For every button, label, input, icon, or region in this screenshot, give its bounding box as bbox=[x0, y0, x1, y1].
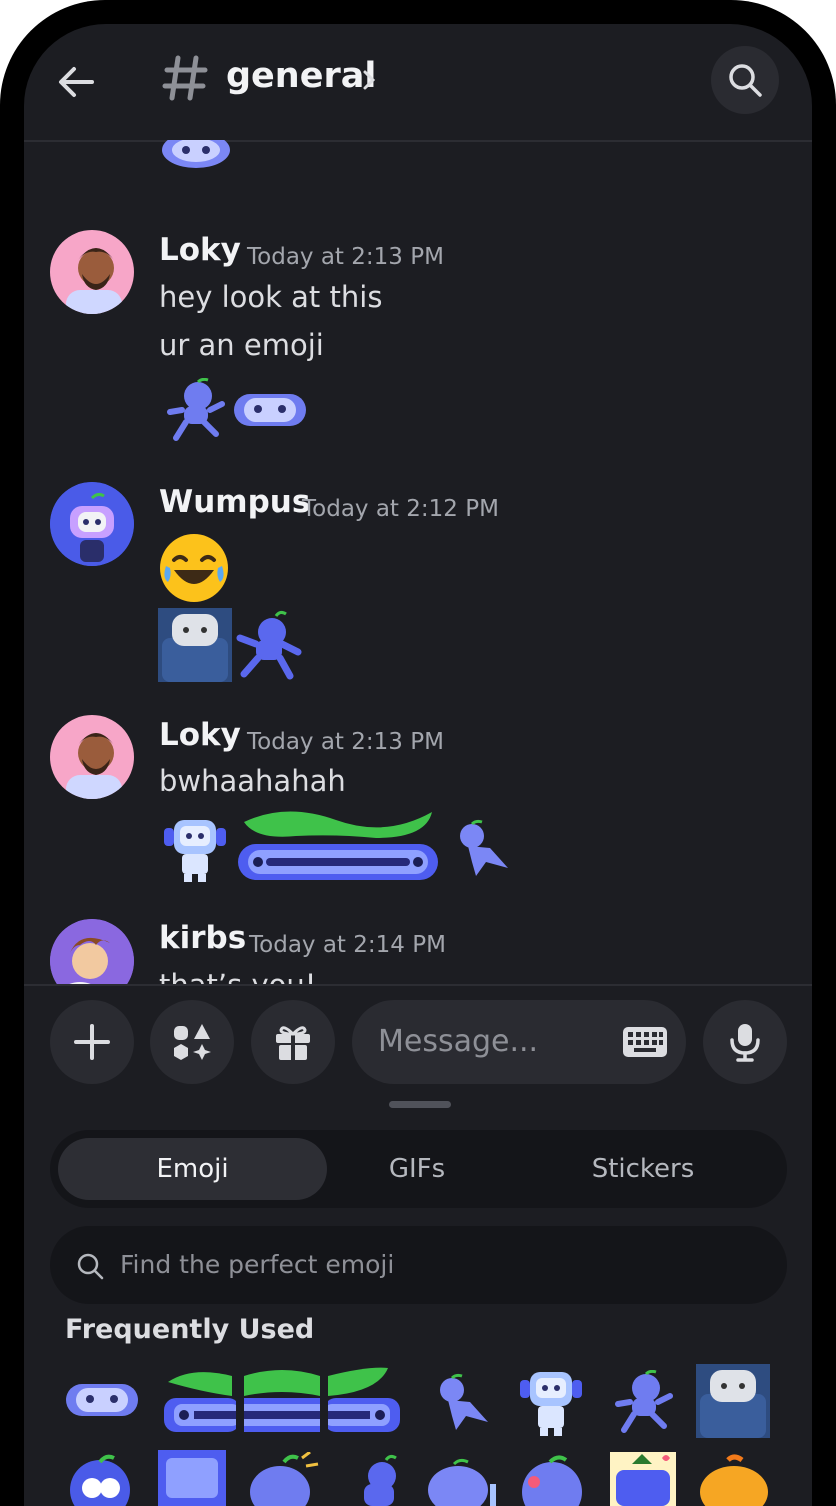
channel-hash-icon bbox=[162, 55, 208, 101]
gift-button[interactable] bbox=[251, 1000, 335, 1084]
avatar-kirbs[interactable] bbox=[50, 919, 134, 984]
microphone-icon bbox=[730, 1024, 760, 1062]
message-author[interactable]: kirbs bbox=[159, 920, 246, 956]
message-author[interactable]: Wumpus bbox=[159, 484, 310, 520]
wumpus-box-emoji[interactable] bbox=[156, 1448, 228, 1506]
drawer-handle[interactable] bbox=[389, 1101, 451, 1108]
avatar-loky[interactable] bbox=[50, 715, 134, 799]
picker-tabs: Emoji GIFs Stickers bbox=[50, 1130, 787, 1208]
tab-gifs[interactable]: GIFs bbox=[327, 1138, 507, 1200]
wumpus-face-emoji bbox=[234, 394, 306, 426]
channel-header: general bbox=[24, 24, 812, 142]
user-portrait-icon bbox=[66, 733, 122, 799]
chevron-right-icon[interactable] bbox=[362, 68, 376, 92]
avatar-loky[interactable] bbox=[50, 230, 134, 314]
wumpus-mug-emoji[interactable] bbox=[424, 1454, 498, 1506]
apps-button[interactable] bbox=[150, 1000, 234, 1084]
wumpus-tv-heart-emoji[interactable] bbox=[608, 1450, 678, 1506]
wumpus-leaf-left-emoji[interactable] bbox=[162, 1366, 236, 1438]
tab-emoji[interactable]: Emoji bbox=[58, 1138, 327, 1200]
message-text: that’s you! bbox=[159, 968, 316, 984]
wumpus-robot-icon bbox=[50, 482, 134, 566]
gift-icon bbox=[276, 1026, 310, 1060]
user-portrait-icon bbox=[50, 919, 134, 984]
wumpus-long-leaf-emoji bbox=[238, 811, 438, 880]
composer-divider bbox=[24, 984, 812, 986]
message-timestamp: Today at 2:12 PM bbox=[302, 496, 499, 522]
channel-title[interactable]: general bbox=[226, 56, 376, 96]
message-author[interactable]: Loky bbox=[159, 232, 241, 268]
add-attachment-button[interactable] bbox=[50, 1000, 134, 1084]
wumpus-hoodie-emoji bbox=[158, 608, 232, 682]
message-placeholder: Message... bbox=[378, 1024, 539, 1059]
wumpus-headphones-emoji bbox=[164, 820, 226, 882]
wumpus-leaf-middle-emoji[interactable] bbox=[244, 1366, 320, 1438]
message-input[interactable]: Message... bbox=[352, 1000, 686, 1084]
avatar-wumpus[interactable] bbox=[50, 482, 134, 566]
tab-stickers[interactable]: Stickers bbox=[530, 1138, 756, 1200]
message-author[interactable]: Loky bbox=[159, 717, 241, 753]
message-timestamp: Today at 2:13 PM bbox=[247, 729, 444, 755]
wumpus-headphones-emoji[interactable] bbox=[516, 1366, 586, 1440]
voice-message-button[interactable] bbox=[703, 1000, 787, 1084]
message-text: hey look at this bbox=[159, 280, 383, 314]
joy-emoji bbox=[160, 534, 228, 602]
message-text: ur an emoji bbox=[159, 328, 324, 362]
apps-shapes-icon bbox=[174, 1024, 211, 1060]
back-arrow-icon[interactable] bbox=[54, 60, 98, 104]
message-text: bwhaahahah bbox=[159, 764, 346, 798]
message-list[interactable]: Loky Today at 2:13 PM hey look at this u… bbox=[24, 140, 812, 984]
message-timestamp: Today at 2:14 PM bbox=[249, 932, 446, 958]
message-timestamp: Today at 2:13 PM bbox=[247, 244, 444, 270]
wumpus-dancing-emoji[interactable] bbox=[342, 1452, 408, 1506]
plus-icon bbox=[74, 1024, 110, 1060]
emoji-search-field[interactable]: Find the perfect emoji bbox=[50, 1226, 787, 1304]
section-title: Frequently Used bbox=[65, 1314, 315, 1345]
wumpus-angry-emoji[interactable] bbox=[514, 1454, 588, 1506]
app-screen: general Loky Today at 2:13 PM hey look a… bbox=[24, 24, 812, 1506]
search-icon bbox=[729, 64, 762, 97]
wumpus-golden-emoji[interactable] bbox=[698, 1454, 772, 1506]
wumpus-running-emoji[interactable] bbox=[614, 1370, 674, 1434]
wumpus-surprised-emoji[interactable] bbox=[244, 1452, 320, 1506]
wumpus-dino-emoji[interactable] bbox=[430, 1372, 492, 1432]
wumpus-hoodie-emoji[interactable] bbox=[696, 1364, 770, 1438]
emoji-search-placeholder: Find the perfect emoji bbox=[120, 1250, 395, 1279]
wumpus-face-emoji[interactable] bbox=[64, 1380, 140, 1420]
wumpus-leaf-right-emoji[interactable] bbox=[328, 1366, 404, 1438]
search-button[interactable] bbox=[711, 46, 779, 114]
wumpus-emoji bbox=[162, 140, 230, 168]
wumpus-bird-emoji[interactable] bbox=[64, 1454, 136, 1506]
wumpus-dancing-emoji bbox=[236, 610, 302, 680]
wumpus-dino-emoji bbox=[460, 819, 508, 876]
keyboard-icon[interactable] bbox=[622, 1026, 668, 1058]
phone-frame: general Loky Today at 2:13 PM hey look a… bbox=[0, 0, 836, 1506]
user-portrait-icon bbox=[66, 248, 122, 314]
wumpus-running-emoji bbox=[167, 378, 225, 441]
search-icon bbox=[77, 1253, 104, 1280]
